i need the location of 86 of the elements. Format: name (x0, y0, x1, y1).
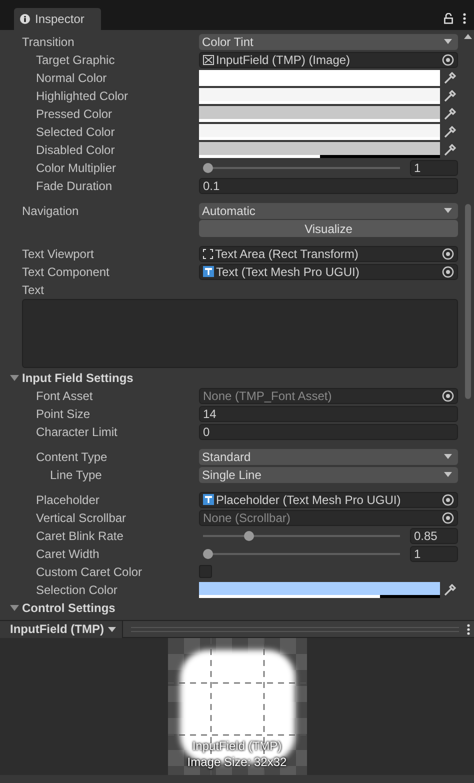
rect-transform-icon (203, 248, 213, 259)
dropdown[interactable]: Color Tint (199, 34, 458, 50)
property-label: Character Limit (35, 424, 118, 439)
property-label: Placeholder (35, 492, 100, 507)
resize-handle[interactable] (130, 626, 459, 632)
property-label: Pressed Color (35, 106, 114, 121)
object-picker-icon[interactable] (442, 512, 454, 524)
color-field[interactable] (199, 582, 440, 598)
preview-object-dropdown[interactable]: InputField (TMP) (0, 620, 123, 638)
property-label: Text (22, 282, 46, 297)
property-label: Vertical Scrollbar (35, 510, 128, 525)
text-component-icon (203, 494, 214, 506)
caret-icon (444, 39, 452, 44)
dropdown[interactable]: Automatic (199, 202, 458, 219)
inspector-tab[interactable]: Inspector (14, 8, 101, 30)
info-icon (20, 14, 30, 24)
object-picker-icon[interactable] (442, 494, 454, 506)
color-field[interactable] (199, 88, 440, 104)
property-label: Highlighted Color (35, 88, 130, 103)
object-picker-icon[interactable] (442, 390, 454, 402)
object-picker-icon[interactable] (442, 266, 454, 278)
number-field[interactable]: 1 (410, 160, 458, 176)
object-field[interactable]: Text Area (Rect Transform) (199, 246, 458, 262)
foldout-arrow-icon (10, 603, 19, 612)
slider-thumb[interactable] (203, 548, 213, 559)
number-field[interactable]: 0.1 (199, 178, 458, 194)
dropdown[interactable]: Standard (199, 448, 458, 465)
color-field[interactable] (199, 106, 440, 122)
object-field[interactable]: InputField (TMP) (Image) (199, 52, 458, 68)
property-label: Selected Color (35, 124, 116, 139)
dropdown[interactable]: Single Line (199, 466, 458, 483)
object-field[interactable]: Placeholder (Text Mesh Pro UGUI) (199, 492, 458, 508)
property-label: Normal Color (35, 70, 108, 85)
property-label: Navigation (22, 204, 80, 218)
eyedropper-icon[interactable] (444, 72, 456, 84)
property-label: Point Size (35, 406, 92, 421)
foldout-header[interactable]: Input Field Settings (10, 368, 458, 387)
number-field[interactable]: 0.85 (410, 528, 458, 544)
property-label: Text Viewport (22, 246, 95, 261)
property-label: Transition (22, 34, 76, 49)
object-picker-icon[interactable] (442, 248, 454, 260)
more-menu-icon[interactable] (463, 13, 466, 24)
number-field[interactable]: 14 (199, 406, 458, 422)
foldout-arrow-icon (10, 373, 19, 382)
property-label: Caret Width (35, 546, 100, 561)
color-field[interactable] (199, 70, 440, 86)
checkbox[interactable] (199, 565, 212, 578)
scroll-up-icon[interactable] (464, 34, 472, 39)
property-label: Target Graphic (35, 52, 116, 67)
slider-thumb[interactable] (244, 530, 254, 541)
property-label: Text Component (22, 264, 110, 279)
eyedropper-icon[interactable] (444, 126, 456, 138)
property-label: Content Type (35, 450, 108, 464)
object-picker-icon[interactable] (442, 54, 454, 66)
visualize-button[interactable]: Visualize (199, 220, 458, 238)
property-label: Custom Caret Color (35, 564, 144, 579)
lock-icon[interactable] (444, 13, 453, 24)
object-field[interactable]: Text (Text Mesh Pro UGUI) (199, 264, 458, 280)
color-field[interactable] (199, 142, 440, 158)
slider-thumb[interactable] (203, 162, 213, 173)
image-icon (203, 54, 214, 65)
text-component-icon (203, 266, 214, 278)
caret-icon (444, 472, 452, 478)
color-field[interactable] (199, 124, 440, 140)
foldout-header[interactable]: Control Settings (10, 598, 458, 617)
property-label: Color Multiplier (35, 160, 118, 175)
property-label: Font Asset (35, 388, 94, 403)
object-field[interactable]: None (Scrollbar) (199, 510, 458, 526)
preview-name: InputField (TMP) (191, 739, 284, 753)
object-field[interactable]: None (TMP_Font Asset) (199, 388, 458, 404)
caret-icon (444, 208, 452, 214)
property-label: Caret Blink Rate (35, 528, 124, 543)
eyedropper-icon[interactable] (444, 144, 456, 156)
number-field[interactable]: 0 (199, 424, 458, 440)
eyedropper-icon[interactable] (444, 90, 456, 102)
scrollbar-thumb[interactable] (465, 204, 471, 399)
property-label: Selection Color (35, 582, 118, 597)
caret-icon (444, 454, 452, 460)
eyedropper-icon[interactable] (444, 584, 456, 596)
dropdown-caret-icon (108, 626, 116, 632)
number-field[interactable]: 1 (410, 546, 458, 562)
more-menu-icon[interactable] (467, 624, 470, 634)
property-label: Disabled Color (35, 142, 116, 157)
property-label: Fade Duration (35, 178, 114, 193)
eyedropper-icon[interactable] (444, 108, 456, 120)
property-label: Line Type (49, 468, 103, 482)
